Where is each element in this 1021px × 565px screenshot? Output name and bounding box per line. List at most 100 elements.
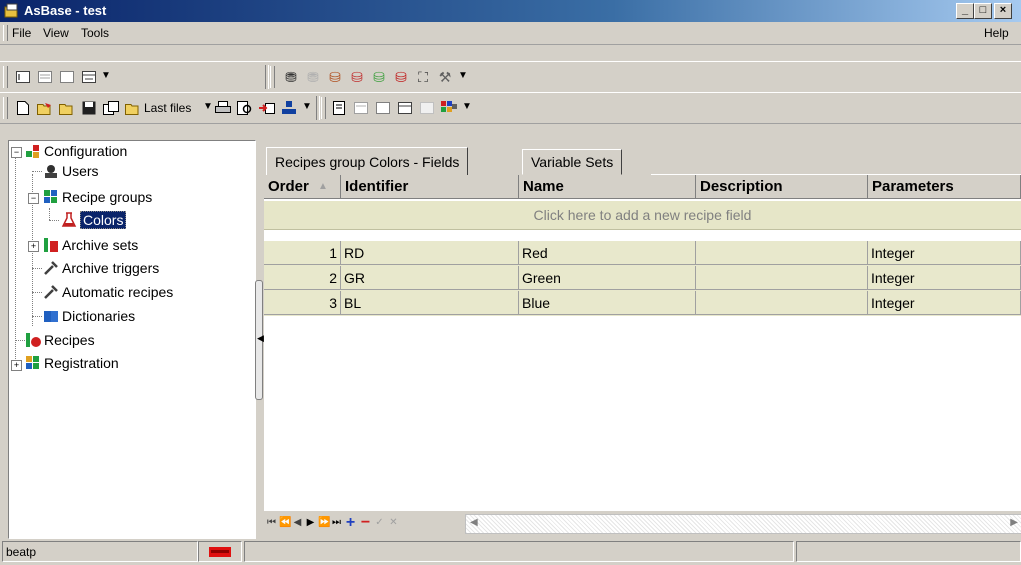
delete-record-icon[interactable]: − [360,515,371,531]
toolbar-grip[interactable] [321,97,326,119]
column-header-description[interactable]: Description [696,175,868,199]
table-row[interactable]: 2 GR Green Integer [264,266,1021,291]
column-header-name[interactable]: Name [519,175,696,199]
chevron-down-icon[interactable]: ▼ [302,101,312,112]
document-icon[interactable] [330,99,348,117]
db-open-icon[interactable]: ⛁ [348,68,366,86]
chevron-down-icon[interactable]: ▼ [462,101,472,112]
prev-record-icon[interactable]: ◀ [292,516,303,530]
tree-item-users[interactable]: Users [43,161,99,181]
collapse-arrow-icon[interactable]: ◀ [257,333,264,344]
export-icon[interactable] [102,99,120,117]
tree-item-colors[interactable]: Colors [61,210,127,230]
print-preview-icon[interactable] [236,99,254,117]
collapse-toggle[interactable]: − [28,193,39,204]
tree-item-configuration[interactable]: Configuration [25,141,127,161]
column-header-order[interactable]: Order ▲ [264,175,341,199]
tab-fields[interactable]: Recipes group Colors - Fields [266,147,469,175]
form-layout-icon[interactable] [396,99,414,117]
maximize-button[interactable]: □ [974,3,992,19]
panel-icon[interactable] [374,99,392,117]
expand-toggle[interactable]: + [28,241,39,252]
db-link-icon[interactable]: ⛶ [414,68,432,86]
table-row[interactable]: 3 BL Blue Integer [264,291,1021,316]
toolbar-grip[interactable] [3,97,8,119]
db-add-icon[interactable]: ⛁ [326,68,344,86]
horizontal-scrollbar[interactable]: ◀ ▶ [465,514,1021,534]
last-files-icon[interactable] [124,99,142,117]
last-files-button[interactable]: Last files [144,101,191,115]
cell-order[interactable]: 3 [264,291,341,315]
chevron-down-icon[interactable]: ▼ [101,70,111,81]
chevron-down-icon[interactable]: ▼ [458,70,468,81]
tab-variable-sets[interactable]: Variable Sets [522,149,623,175]
print-icon[interactable] [214,99,232,117]
expand-toggle[interactable]: + [11,360,22,371]
tree-item-registration[interactable]: Registration [25,353,119,373]
cell-description[interactable] [696,266,868,290]
cell-name[interactable]: Red [519,241,696,265]
next-record-icon[interactable]: ▶ [305,516,316,530]
db-delete-icon[interactable]: ⛁ [392,68,410,86]
grid-disabled-icon[interactable] [418,99,436,117]
list-view-icon[interactable] [36,68,54,86]
column-header-parameters[interactable]: Parameters [868,175,1021,199]
color-grid-icon[interactable] [440,99,458,117]
confirm-icon[interactable]: ✓ [374,516,385,530]
close-button[interactable]: × [994,3,1012,19]
import-icon[interactable] [258,99,276,117]
collapse-toggle[interactable]: − [11,147,22,158]
menu-file[interactable]: File [12,26,31,40]
menu-grip[interactable] [3,25,8,41]
cell-description[interactable] [696,241,868,265]
database-icon[interactable]: ⛃ [282,68,300,86]
menu-help[interactable]: Help [984,26,1009,40]
minimize-button[interactable]: _ [956,3,974,19]
tree-item-archive-sets[interactable]: Archive sets [43,235,138,255]
save-icon[interactable] [80,99,98,117]
toolbar-grip[interactable] [3,66,8,88]
cell-identifier[interactable]: BL [341,291,519,315]
scroll-right-icon[interactable]: ▶ [1010,517,1018,528]
cell-name[interactable]: Green [519,266,696,290]
list-view-icon[interactable] [352,99,370,117]
tree-item-archive-triggers[interactable]: Archive triggers [43,258,159,278]
panel-icon[interactable] [58,68,76,86]
column-header-identifier[interactable]: Identifier [341,175,519,199]
tree-item-recipe-groups[interactable]: Recipe groups [43,187,152,207]
cell-parameters[interactable]: Integer [868,241,1021,265]
tree-item-automatic-recipes[interactable]: Automatic recipes [43,282,173,302]
open-folder-icon[interactable] [36,99,54,117]
stamp-icon[interactable] [280,99,298,117]
text-field-icon[interactable] [14,68,32,86]
toolbar-grip[interactable] [270,66,275,88]
chevron-down-icon[interactable]: ▼ [203,101,213,112]
menu-view[interactable]: View [43,26,69,40]
cancel-icon[interactable]: ✕ [388,516,399,530]
open-folder-alt-icon[interactable] [58,99,76,117]
cell-order[interactable]: 1 [264,241,341,265]
new-file-icon[interactable] [14,99,32,117]
table-row[interactable]: 1 RD Red Integer [264,241,1021,266]
tree-view[interactable]: − Configuration Users − Recipe groups Co… [8,140,256,539]
cell-name[interactable]: Blue [519,291,696,315]
scroll-left-icon[interactable]: ◀ [470,517,478,528]
db-tools-icon[interactable]: ⚒ [436,68,454,86]
cell-identifier[interactable]: RD [341,241,519,265]
cell-order[interactable]: 2 [264,266,341,290]
first-page-icon[interactable]: ⏮ [266,516,277,530]
cell-identifier[interactable]: GR [341,266,519,290]
prev-page-icon[interactable]: ⏪ [279,516,291,530]
add-record-icon[interactable]: + [345,515,356,531]
form-layout-icon[interactable] [80,68,98,86]
cell-description[interactable] [696,291,868,315]
fields-grid[interactable]: Order ▲ Identifier Name Description Para… [264,175,1021,511]
add-new-row[interactable]: Click here to add a new recipe field [264,201,1021,230]
next-page-icon[interactable]: ⏩ [318,516,330,530]
last-page-icon[interactable]: ⏭ [331,516,342,530]
cell-parameters[interactable]: Integer [868,266,1021,290]
cell-parameters[interactable]: Integer [868,291,1021,315]
db-copy-icon[interactable]: ⛁ [370,68,388,86]
menu-tools[interactable]: Tools [81,26,109,40]
tree-item-dictionaries[interactable]: Dictionaries [43,306,135,326]
